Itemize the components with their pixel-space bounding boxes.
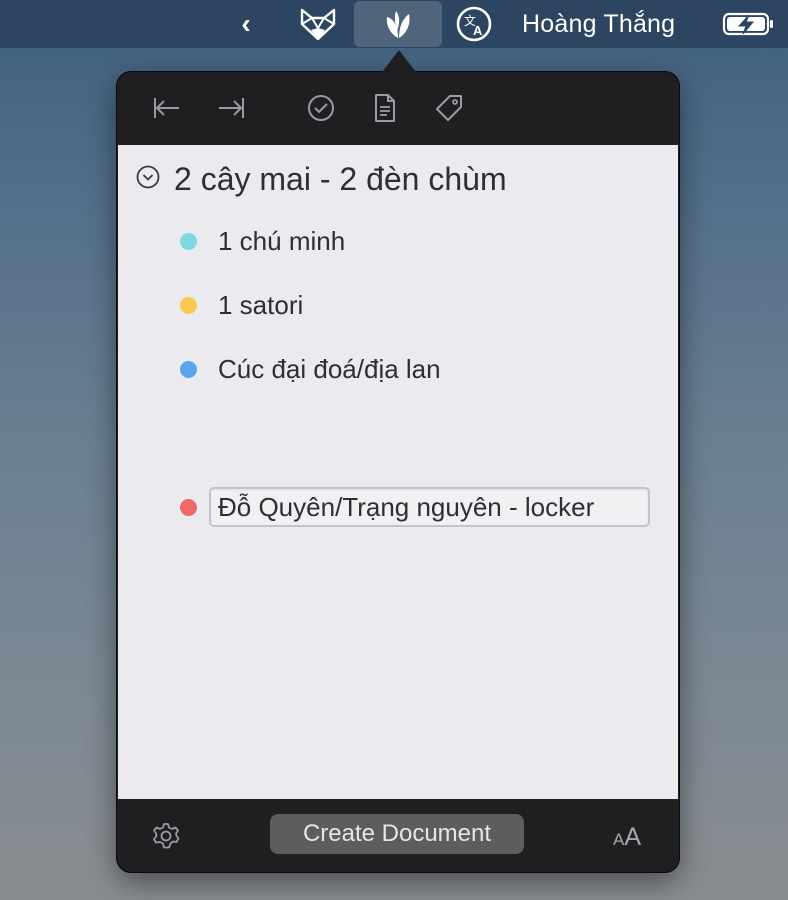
item-edit-field[interactable]: Đỗ Quyên/Trạng nguyên - locker xyxy=(209,487,650,527)
font-size-button[interactable]: A A xyxy=(607,819,647,851)
item-label: Cúc đại đoá/địa lan xyxy=(218,353,441,384)
font-big-glyph: A xyxy=(624,823,642,851)
footer: Create Document A A xyxy=(117,799,679,872)
indent-icon[interactable] xyxy=(213,92,249,124)
item-label: 1 chú minh xyxy=(218,225,346,256)
menu-bar: ‹ 文 A Hoàng Thắng xyxy=(0,0,788,48)
outline-content: 2 cây mai - 2 đèn chùm 1 chú minh 1 sato… xyxy=(118,145,678,799)
heading-row: 2 cây mai - 2 đèn chùm xyxy=(136,159,507,199)
tag-icon[interactable] xyxy=(431,92,467,124)
list-item[interactable]: 1 chú minh xyxy=(180,221,345,261)
gear-icon[interactable] xyxy=(151,821,181,851)
battery-charging-icon[interactable] xyxy=(720,0,778,48)
translate-icon[interactable]: 文 A xyxy=(452,0,496,48)
list-item[interactable]: 1 satori xyxy=(180,285,303,325)
outline-heading[interactable]: 2 cây mai - 2 đèn chùm xyxy=(174,161,507,198)
bullet-dot xyxy=(180,296,197,314)
bullet-dot xyxy=(180,498,197,516)
chevron-left-icon[interactable]: ‹ xyxy=(232,0,260,48)
outdent-icon[interactable] xyxy=(149,92,185,124)
bullet-dot xyxy=(180,360,197,378)
bullet-dot xyxy=(180,232,197,250)
collapse-chevron-icon[interactable] xyxy=(136,165,160,194)
leaf-icon[interactable] xyxy=(354,1,442,47)
list-item[interactable]: Cúc đại đoá/địa lan xyxy=(180,349,441,389)
font-small-glyph: A xyxy=(612,830,625,849)
fox-icon[interactable] xyxy=(296,0,340,48)
svg-text:A: A xyxy=(473,23,483,38)
toolbar xyxy=(117,72,679,144)
document-icon[interactable] xyxy=(367,92,403,124)
list-item[interactable] xyxy=(180,487,197,527)
item-edit-text[interactable]: Đỗ Quyên/Trạng nguyên - locker xyxy=(218,492,594,523)
popover-panel: 2 cây mai - 2 đèn chùm 1 chú minh 1 sato… xyxy=(117,50,679,872)
item-label: 1 satori xyxy=(218,289,304,320)
check-circle-icon[interactable] xyxy=(303,92,339,124)
create-document-button[interactable]: Create Document xyxy=(270,814,524,854)
user-name[interactable]: Hoàng Thắng xyxy=(522,0,694,48)
